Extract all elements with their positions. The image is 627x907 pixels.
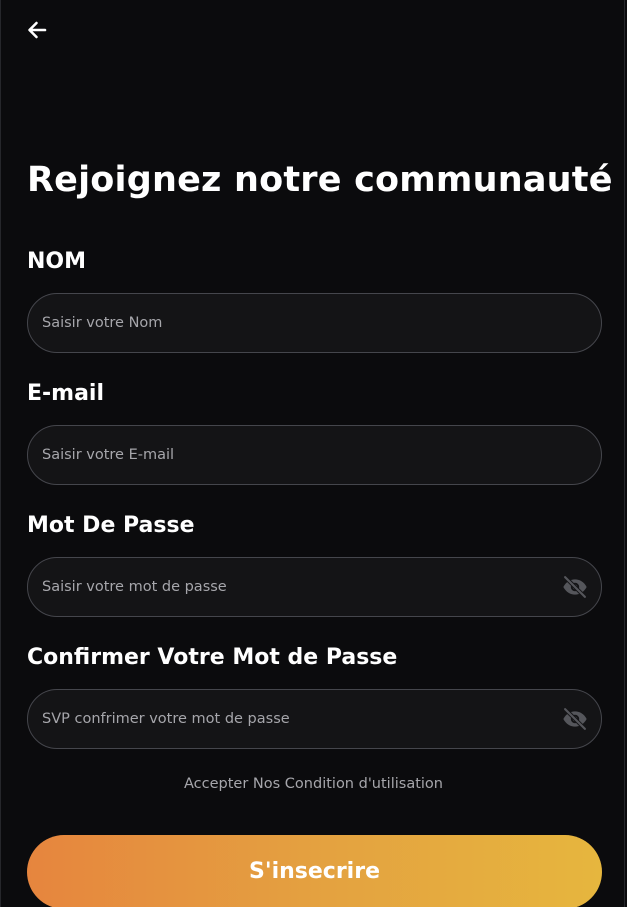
email-input[interactable]	[28, 426, 601, 484]
eye-off-icon	[563, 707, 587, 731]
page-title: Rejoignez notre communauté !	[27, 160, 627, 200]
email-label: E-mail	[27, 381, 105, 406]
signup-button[interactable]: S'insecrire	[27, 835, 602, 907]
confirm-password-visibility-toggle[interactable]	[559, 703, 591, 735]
confirm-password-input[interactable]	[28, 690, 559, 748]
password-field-container	[27, 557, 602, 617]
terms-link[interactable]: Accepter Nos Condition d'utilisation	[1, 776, 626, 792]
confirm-password-label: Confirmer Votre Mot de Passe	[27, 645, 398, 670]
password-visibility-toggle[interactable]	[559, 571, 591, 603]
name-label: NOM	[27, 249, 87, 274]
name-field-container	[27, 293, 602, 353]
back-button[interactable]	[23, 16, 51, 44]
eye-off-icon	[563, 575, 587, 599]
name-input[interactable]	[28, 294, 601, 352]
arrow-left-icon	[28, 21, 47, 39]
password-label: Mot De Passe	[27, 513, 195, 538]
password-input[interactable]	[28, 558, 559, 616]
signup-screen: Rejoignez notre communauté ! NOM E-mail …	[0, 0, 627, 907]
confirm-password-field-container	[27, 689, 602, 749]
email-field-container	[27, 425, 602, 485]
